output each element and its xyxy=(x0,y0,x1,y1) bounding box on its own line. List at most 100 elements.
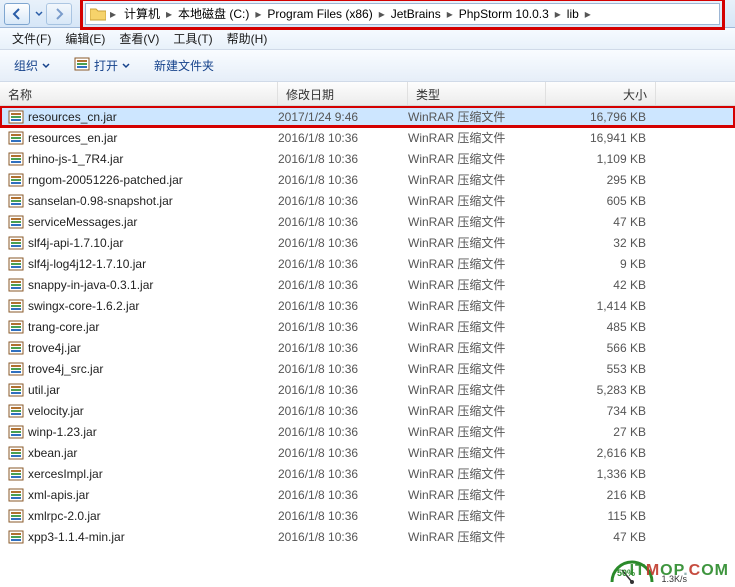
chevron-right-icon[interactable]: ▸ xyxy=(583,7,593,21)
breadcrumb-segment[interactable]: PhpStorm 10.0.3 xyxy=(455,7,553,21)
table-row[interactable]: slf4j-log4j12-1.7.10.jar2016/1/8 10:36Wi… xyxy=(0,253,735,274)
file-name: swingx-core-1.6.2.jar xyxy=(28,299,139,313)
menu-tools[interactable]: 工具(T) xyxy=(167,28,218,49)
archive-icon xyxy=(8,278,24,292)
table-row[interactable]: trang-core.jar2016/1/8 10:36WinRAR 压缩文件4… xyxy=(0,316,735,337)
table-row[interactable]: xercesImpl.jar2016/1/8 10:36WinRAR 压缩文件1… xyxy=(0,463,735,484)
file-name: resources_en.jar xyxy=(28,131,117,145)
table-row[interactable]: rhino-js-1_7R4.jar2016/1/8 10:36WinRAR 压… xyxy=(0,148,735,169)
file-type: WinRAR 压缩文件 xyxy=(408,402,546,419)
new-folder-button[interactable]: 新建文件夹 xyxy=(148,54,220,77)
archive-icon xyxy=(8,404,24,418)
organize-button[interactable]: 组织 xyxy=(8,54,56,77)
table-row[interactable]: xmlrpc-2.0.jar2016/1/8 10:36WinRAR 压缩文件1… xyxy=(0,505,735,526)
titlebar: ▸ 计算机▸本地磁盘 (C:)▸Program Files (x86)▸JetB… xyxy=(0,0,735,28)
back-button[interactable] xyxy=(4,3,30,25)
file-name: winp-1.23.jar xyxy=(28,425,97,439)
chevron-right-icon[interactable]: ▸ xyxy=(445,7,455,21)
column-header-size[interactable]: 大小 xyxy=(546,82,656,105)
breadcrumb-segment[interactable]: Program Files (x86) xyxy=(263,7,376,21)
chevron-right-icon[interactable]: ▸ xyxy=(164,7,174,21)
table-row[interactable]: trove4j.jar2016/1/8 10:36WinRAR 压缩文件566 … xyxy=(0,337,735,358)
chevron-right-icon[interactable]: ▸ xyxy=(253,7,263,21)
file-name: trang-core.jar xyxy=(28,320,99,334)
file-type: WinRAR 压缩文件 xyxy=(408,507,546,524)
table-row[interactable]: swingx-core-1.6.2.jar2016/1/8 10:36WinRA… xyxy=(0,295,735,316)
addressbar[interactable]: ▸ 计算机▸本地磁盘 (C:)▸Program Files (x86)▸JetB… xyxy=(85,3,720,25)
archive-icon xyxy=(8,236,24,250)
table-row[interactable]: xml-apis.jar2016/1/8 10:36WinRAR 压缩文件216… xyxy=(0,484,735,505)
table-row[interactable]: trove4j_src.jar2016/1/8 10:36WinRAR 压缩文件… xyxy=(0,358,735,379)
file-date: 2016/1/8 10:36 xyxy=(278,236,408,250)
menu-edit[interactable]: 编辑(E) xyxy=(59,28,111,49)
chevron-right-icon[interactable]: ▸ xyxy=(377,7,387,21)
archive-icon xyxy=(8,173,24,187)
breadcrumb-segment[interactable]: lib xyxy=(563,7,583,21)
table-row[interactable]: xbean.jar2016/1/8 10:36WinRAR 压缩文件2,616 … xyxy=(0,442,735,463)
file-date: 2016/1/8 10:36 xyxy=(278,194,408,208)
table-row[interactable]: resources_cn.jar2017/1/24 9:46WinRAR 压缩文… xyxy=(0,106,735,127)
table-row[interactable]: velocity.jar2016/1/8 10:36WinRAR 压缩文件734… xyxy=(0,400,735,421)
chevron-right-icon[interactable]: ▸ xyxy=(553,7,563,21)
file-date: 2016/1/8 10:36 xyxy=(278,215,408,229)
file-date: 2016/1/8 10:36 xyxy=(278,341,408,355)
archive-icon xyxy=(8,194,24,208)
table-row[interactable]: sanselan-0.98-snapshot.jar 2016/1/8 10:36… xyxy=(0,190,735,211)
file-date: 2017/1/24 9:46 xyxy=(278,110,408,124)
archive-icon xyxy=(8,131,24,145)
breadcrumb-segment[interactable]: JetBrains xyxy=(387,7,445,21)
file-type: WinRAR 压缩文件 xyxy=(408,339,546,356)
file-size: 2,616 KB xyxy=(546,446,656,460)
file-size: 1,109 KB xyxy=(546,152,656,166)
chevron-right-icon[interactable]: ▸ xyxy=(108,7,118,21)
table-row[interactable]: util.jar2016/1/8 10:36WinRAR 压缩文件5,283 K… xyxy=(0,379,735,400)
table-row[interactable]: resources_en.jar2016/1/8 10:36WinRAR 压缩文… xyxy=(0,127,735,148)
breadcrumb-segment[interactable]: 计算机 xyxy=(120,5,164,22)
column-header-date[interactable]: 修改日期 xyxy=(278,82,408,105)
table-row[interactable]: winp-1.23.jar2016/1/8 10:36WinRAR 压缩文件27… xyxy=(0,421,735,442)
file-size: 605 KB xyxy=(546,194,656,208)
file-size: 32 KB xyxy=(546,236,656,250)
file-date: 2016/1/8 10:36 xyxy=(278,425,408,439)
back-history-dropdown[interactable] xyxy=(32,10,46,18)
file-size: 9 KB xyxy=(546,257,656,271)
menu-view[interactable]: 查看(V) xyxy=(113,28,165,49)
file-date: 2016/1/8 10:36 xyxy=(278,320,408,334)
table-row[interactable]: snappy-in-java-0.3.1.jar2016/1/8 10:36Wi… xyxy=(0,274,735,295)
table-row[interactable]: xpp3-1.1.4-min.jar2016/1/8 10:36WinRAR 压… xyxy=(0,526,735,547)
file-type: WinRAR 压缩文件 xyxy=(408,276,546,293)
file-date: 2016/1/8 10:36 xyxy=(278,299,408,313)
archive-icon xyxy=(74,57,90,74)
breadcrumb-list: 计算机▸本地磁盘 (C:)▸Program Files (x86)▸JetBra… xyxy=(120,5,593,22)
file-date: 2016/1/8 10:36 xyxy=(278,404,408,418)
file-list[interactable]: resources_cn.jar2017/1/24 9:46WinRAR 压缩文… xyxy=(0,106,735,586)
file-name: slf4j-log4j12-1.7.10.jar xyxy=(28,257,146,271)
file-size: 485 KB xyxy=(546,320,656,334)
open-button[interactable]: 打开 xyxy=(68,54,136,77)
table-row[interactable]: rngom-20051226-patched.jar2016/1/8 10:36… xyxy=(0,169,735,190)
menu-file[interactable]: 文件(F) xyxy=(6,28,57,49)
archive-icon xyxy=(8,467,24,481)
file-name: sanselan-0.98-snapshot.jar xyxy=(28,194,173,208)
file-date: 2016/1/8 10:36 xyxy=(278,509,408,523)
breadcrumb-segment[interactable]: 本地磁盘 (C:) xyxy=(174,5,253,22)
watermark: ITMOP.COM xyxy=(630,562,729,580)
file-type: WinRAR 压缩文件 xyxy=(408,444,546,461)
file-size: 216 KB xyxy=(546,488,656,502)
file-size: 47 KB xyxy=(546,530,656,544)
column-header-type[interactable]: 类型 xyxy=(408,82,546,105)
file-date: 2016/1/8 10:36 xyxy=(278,446,408,460)
addressbar-highlight: ▸ 计算机▸本地磁盘 (C:)▸Program Files (x86)▸JetB… xyxy=(80,0,725,30)
file-type: WinRAR 压缩文件 xyxy=(408,213,546,230)
file-name: xmlrpc-2.0.jar xyxy=(28,509,101,523)
table-row[interactable]: slf4j-api-1.7.10.jar2016/1/8 10:36WinRAR… xyxy=(0,232,735,253)
column-header-name[interactable]: 名称 xyxy=(0,82,278,105)
file-name: trove4j_src.jar xyxy=(28,362,103,376)
file-type: WinRAR 压缩文件 xyxy=(408,528,546,545)
table-row[interactable]: serviceMessages.jar2016/1/8 10:36WinRAR … xyxy=(0,211,735,232)
archive-icon xyxy=(8,446,24,460)
archive-icon xyxy=(8,257,24,271)
file-date: 2016/1/8 10:36 xyxy=(278,278,408,292)
menu-help[interactable]: 帮助(H) xyxy=(221,28,274,49)
forward-button[interactable] xyxy=(46,3,72,25)
